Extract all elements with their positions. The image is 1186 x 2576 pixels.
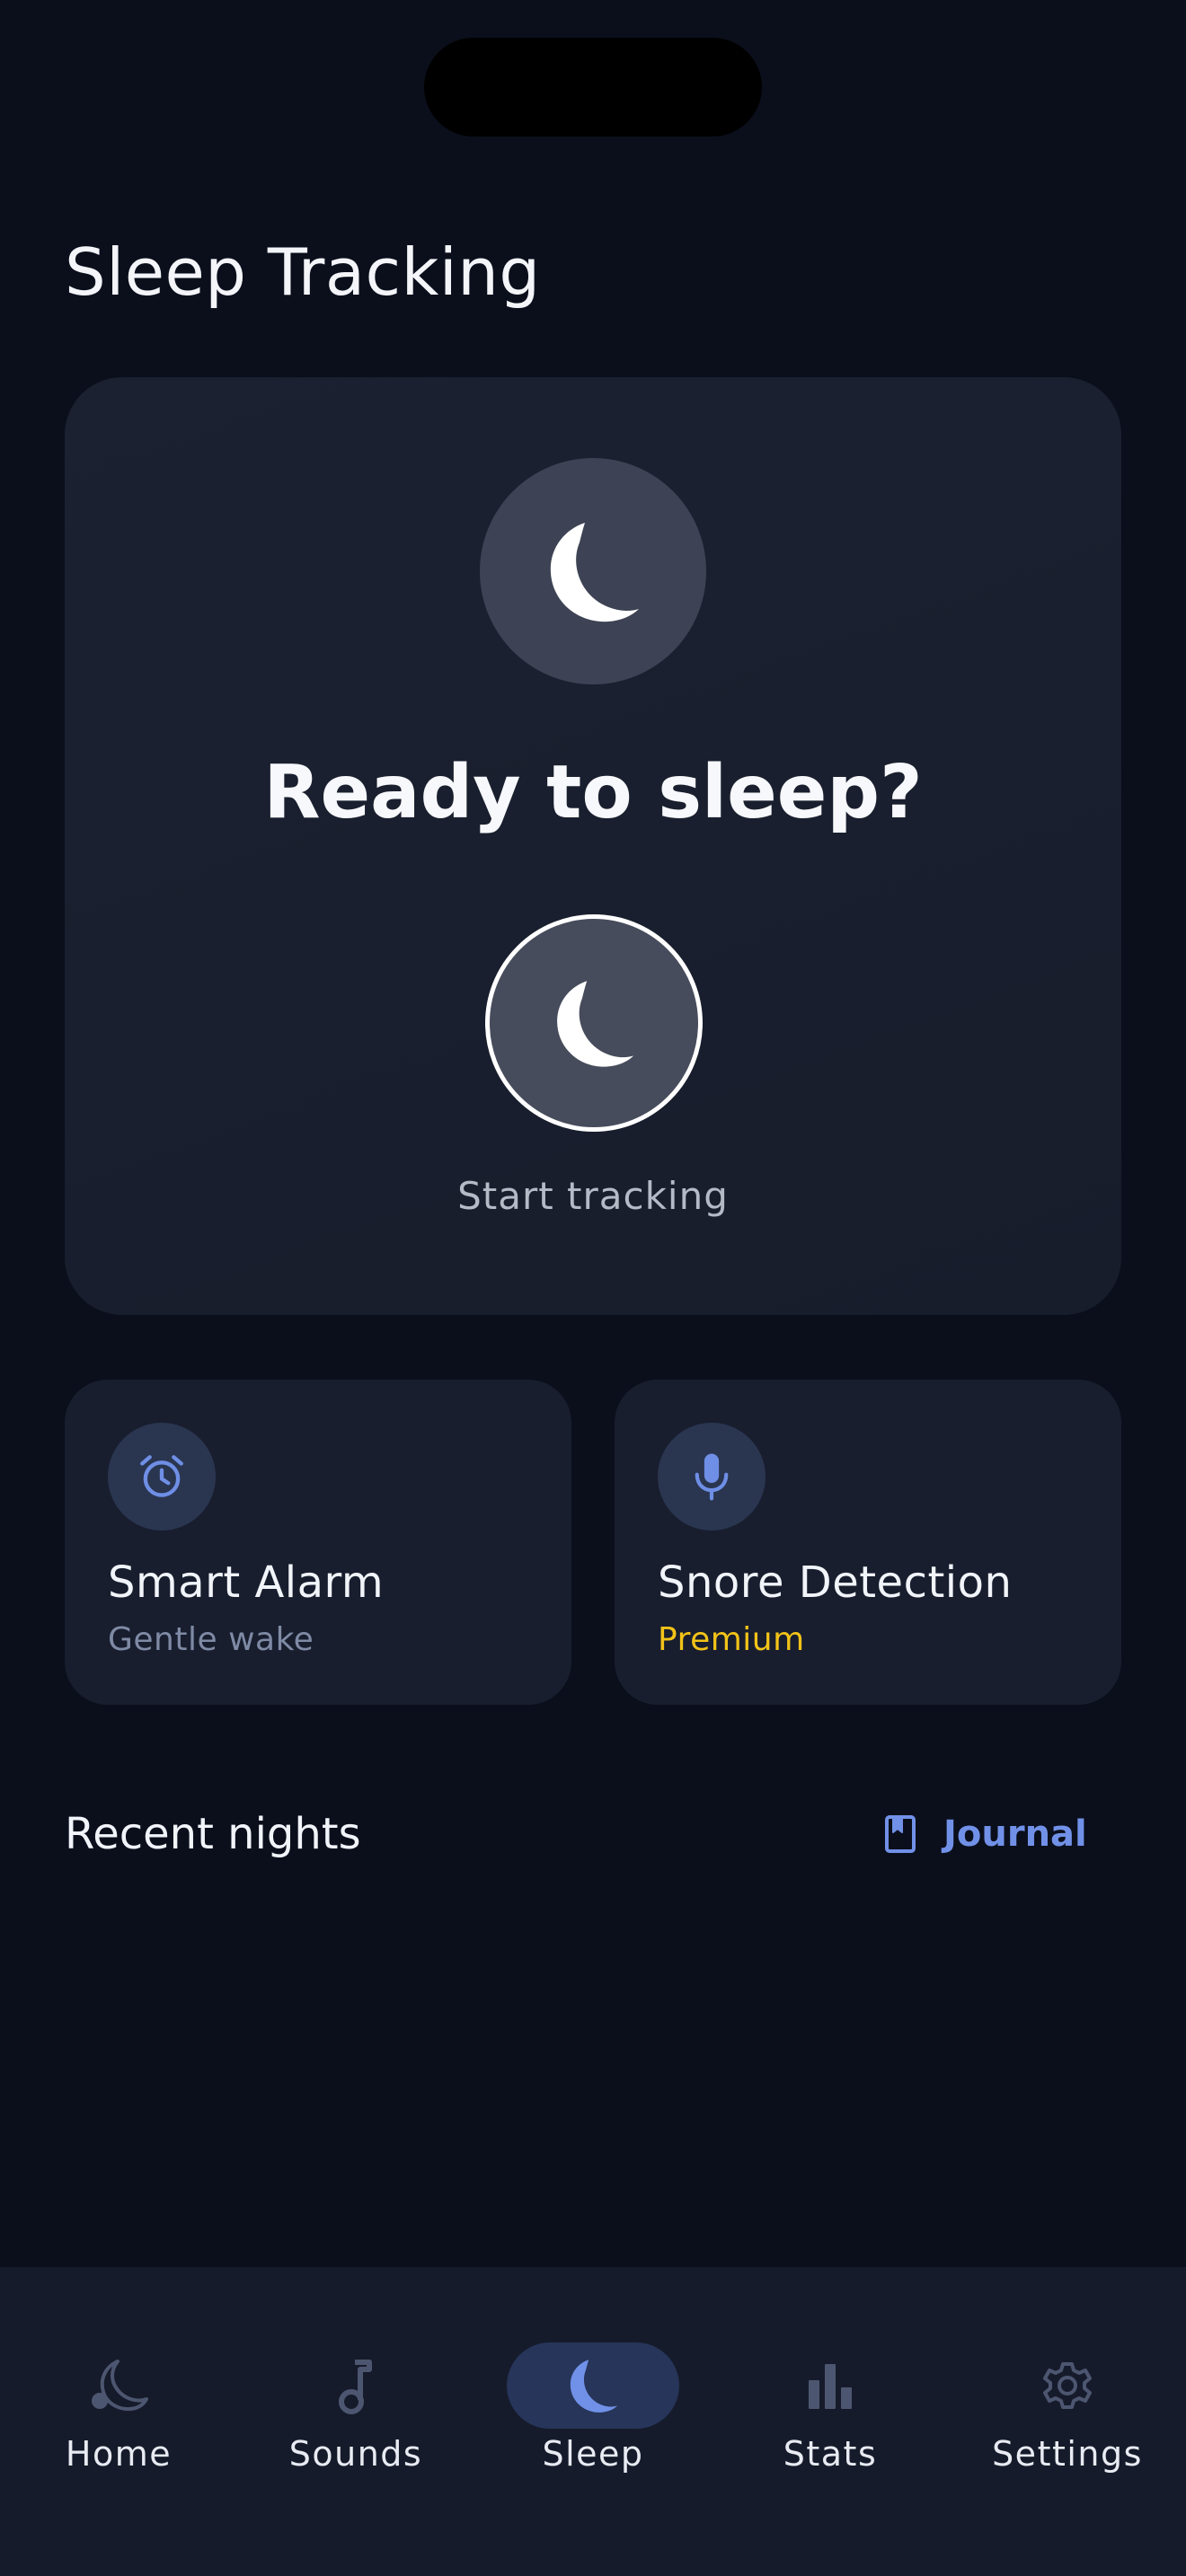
start-tracking-label: Start tracking <box>457 1174 729 1218</box>
ready-to-sleep-card: Ready to sleep? Start tracking <box>65 377 1121 1315</box>
nav-label: Home <box>65 2434 173 2474</box>
bar-chart-icon <box>809 2364 852 2409</box>
dynamic-island <box>424 38 762 137</box>
nav-label: Sounds <box>288 2434 423 2474</box>
sleep-tracking-screen: Sleep Tracking Ready to sleep? Start tra… <box>0 0 1186 2576</box>
moon-icon <box>557 981 634 1067</box>
nav-item-sleep[interactable]: Sleep <box>474 2305 712 2475</box>
music-note-icon <box>339 2360 372 2414</box>
nav-item-stats[interactable]: Stats <box>712 2305 949 2475</box>
moon-icon <box>480 458 706 684</box>
snore-detection-card[interactable]: Snore Detection Premium <box>615 1380 1121 1705</box>
page-title: Sleep Tracking <box>65 234 541 310</box>
feature-title: Snore Detection <box>658 1557 1013 1608</box>
start-tracking-button[interactable] <box>485 914 703 1132</box>
nav-label: Sleep <box>542 2434 644 2474</box>
journal-label: Journal <box>943 1813 1087 1855</box>
microphone-icon <box>658 1423 766 1531</box>
bookmark-book-icon <box>885 1815 916 1853</box>
moon-icon <box>570 2360 618 2413</box>
alarm-clock-icon <box>108 1423 216 1531</box>
gear-icon <box>1043 2362 1092 2409</box>
nav-label: Stats <box>783 2434 878 2474</box>
nav-item-settings[interactable]: Settings <box>949 2305 1186 2475</box>
premium-label: Premium <box>658 1621 805 1658</box>
moon-stars-icon <box>92 2360 148 2411</box>
nav-item-home[interactable]: Home <box>0 2305 237 2475</box>
nav-label: Settings <box>992 2434 1143 2474</box>
feature-title: Smart Alarm <box>108 1557 385 1608</box>
journal-link[interactable]: Journal <box>884 1807 1087 1861</box>
hero-title: Ready to sleep? <box>263 750 923 835</box>
recent-nights-heading: Recent nights <box>65 1809 361 1859</box>
bottom-navigation: Home Sounds Sleep Stats Settings <box>0 2267 1186 2576</box>
smart-alarm-card[interactable]: Smart Alarm Gentle wake <box>65 1380 571 1705</box>
nav-item-sounds[interactable]: Sounds <box>237 2305 474 2475</box>
feature-subtitle: Gentle wake <box>108 1621 314 1658</box>
